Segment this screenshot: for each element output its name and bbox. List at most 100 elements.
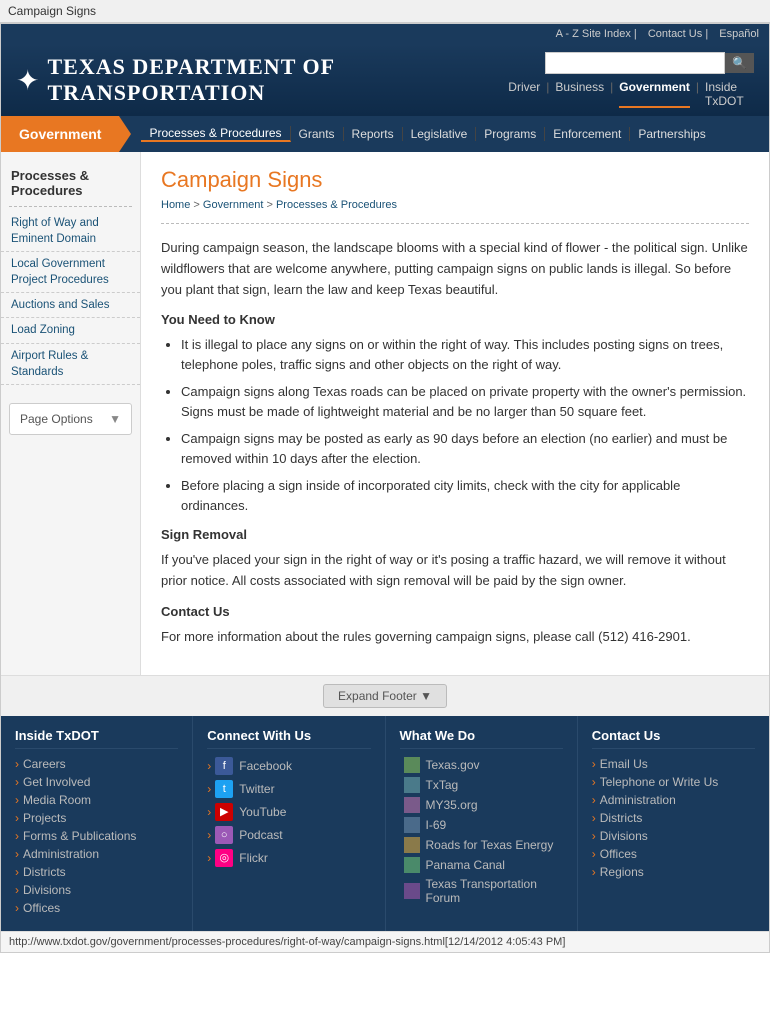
footer-contact-offices[interactable]: Offices bbox=[592, 847, 755, 861]
contact-us-top-link[interactable]: Contact Us bbox=[648, 28, 702, 40]
roads-energy-icon bbox=[404, 837, 420, 853]
nav-legislative[interactable]: Legislative bbox=[403, 127, 477, 141]
footer-careers[interactable]: Careers bbox=[15, 757, 178, 771]
footer-panama-canal[interactable]: Panama Canal bbox=[400, 857, 563, 873]
main-nav: Government Processes & Procedures Grants… bbox=[1, 116, 769, 152]
footer-contact-divisions[interactable]: Divisions bbox=[592, 829, 755, 843]
intro-text: During campaign season, the landscape bl… bbox=[161, 238, 749, 300]
texas-gov-icon bbox=[404, 757, 420, 773]
search-input[interactable] bbox=[545, 52, 725, 74]
footer-col-connect: Connect With Us fFacebook tTwitter ▶YouT… bbox=[193, 716, 385, 931]
government-tab[interactable]: Government bbox=[1, 116, 119, 152]
sidebar-divider bbox=[9, 206, 132, 207]
ttf-icon bbox=[404, 883, 420, 899]
nav-business[interactable]: Business bbox=[555, 80, 604, 108]
footer-divisions[interactable]: Divisions bbox=[15, 883, 178, 897]
txtag-icon bbox=[404, 777, 420, 793]
nav-enforcement[interactable]: Enforcement bbox=[545, 127, 630, 141]
contact-us-heading: Contact Us bbox=[161, 604, 749, 619]
sidebar-local-gov[interactable]: Local Government Project Procedures bbox=[1, 252, 140, 293]
sidebar-load-zoning[interactable]: Load Zoning bbox=[1, 318, 140, 343]
list-item: It is illegal to place any signs on or w… bbox=[181, 335, 749, 374]
footer-administration[interactable]: Administration bbox=[15, 847, 178, 861]
espanol-link[interactable]: Español bbox=[719, 28, 759, 40]
footer-facebook[interactable]: fFacebook bbox=[207, 757, 370, 775]
footer-telephone-write[interactable]: Telephone or Write Us bbox=[592, 775, 755, 789]
footer-col-what-we-do: What We Do Texas.gov TxTag MY35.org I-69… bbox=[386, 716, 578, 931]
footer-projects[interactable]: Projects bbox=[15, 811, 178, 825]
footer-districts[interactable]: Districts bbox=[15, 865, 178, 879]
nav-reports[interactable]: Reports bbox=[344, 127, 403, 141]
footer-twitter[interactable]: tTwitter bbox=[207, 780, 370, 798]
footer-email-us[interactable]: Email Us bbox=[592, 757, 755, 771]
list-item: Before placing a sign inside of incorpor… bbox=[181, 476, 749, 515]
footer-col-inside-txdot: Inside TxDOT Careers Get Involved Media … bbox=[1, 716, 193, 931]
header-right: 🔍 Driver | Business | Government | Insid… bbox=[508, 52, 754, 108]
list-item: Campaign signs along Texas roads can be … bbox=[181, 382, 749, 421]
footer-get-involved[interactable]: Get Involved bbox=[15, 775, 178, 789]
nav-items: Processes & Procedures Grants Reports Le… bbox=[131, 116, 723, 152]
search-button[interactable]: 🔍 bbox=[725, 53, 754, 73]
sidebar-auctions[interactable]: Auctions and Sales bbox=[1, 293, 140, 318]
content-divider bbox=[161, 223, 749, 224]
breadcrumb-home[interactable]: Home bbox=[161, 199, 190, 211]
az-index-link[interactable]: A - Z Site Index bbox=[556, 28, 631, 40]
nav-government[interactable]: Government bbox=[619, 80, 690, 108]
nav-partnerships[interactable]: Partnerships bbox=[630, 127, 713, 141]
expand-footer-button[interactable]: Expand Footer ▼ bbox=[323, 684, 447, 708]
footer-contact-administration[interactable]: Administration bbox=[592, 793, 755, 807]
flickr-icon: ◎ bbox=[215, 849, 233, 867]
footer-contact-regions[interactable]: Regions bbox=[592, 865, 755, 879]
footer-contact-districts[interactable]: Districts bbox=[592, 811, 755, 825]
nav-grants[interactable]: Grants bbox=[291, 127, 344, 141]
footer-col2-title: Connect With Us bbox=[207, 728, 370, 749]
podcast-icon: ○ bbox=[215, 826, 233, 844]
panama-canal-icon bbox=[404, 857, 420, 873]
footer-media-room[interactable]: Media Room bbox=[15, 793, 178, 807]
star-icon: ✦ bbox=[16, 64, 39, 97]
i69-icon bbox=[404, 817, 420, 833]
footer-podcast[interactable]: ○Podcast bbox=[207, 826, 370, 844]
tab-arrow bbox=[119, 116, 131, 152]
footer-flickr[interactable]: ◎Flickr bbox=[207, 849, 370, 867]
breadcrumb: Home > Government > Processes & Procedur… bbox=[161, 199, 749, 211]
sign-removal-text: If you've placed your sign in the right … bbox=[161, 550, 749, 592]
content-wrapper: Processes & Procedures Right of Way and … bbox=[1, 152, 769, 675]
url-bar: http://www.txdot.gov/government/processe… bbox=[1, 931, 769, 952]
nav-processes[interactable]: Processes & Procedures bbox=[141, 126, 290, 142]
footer-youtube[interactable]: ▶YouTube bbox=[207, 803, 370, 821]
contact-us-text: For more information about the rules gov… bbox=[161, 627, 749, 648]
nav-inside-txdot[interactable]: Inside TxDOT bbox=[705, 80, 754, 108]
breadcrumb-government[interactable]: Government bbox=[203, 199, 264, 211]
footer-offices[interactable]: Offices bbox=[15, 901, 178, 915]
footer-expand-bar: Expand Footer ▼ bbox=[1, 675, 769, 716]
footer-col3-title: What We Do bbox=[400, 728, 563, 749]
nav-driver[interactable]: Driver bbox=[508, 80, 540, 108]
agency-name: TEXAS DEPARTMENT OF TRANSPORTATION bbox=[47, 54, 334, 105]
sidebar-title: Processes & Procedures bbox=[1, 162, 140, 202]
footer-roads-texas-energy[interactable]: Roads for Texas Energy bbox=[400, 837, 563, 853]
sidebar: Processes & Procedures Right of Way and … bbox=[1, 152, 141, 675]
footer-txtag[interactable]: TxTag bbox=[400, 777, 563, 793]
site-header: ✦ TEXAS DEPARTMENT OF TRANSPORTATION 🔍 D… bbox=[1, 44, 769, 116]
footer-texas-transportation-forum[interactable]: Texas Transportation Forum bbox=[400, 877, 563, 905]
sidebar-airport-rules[interactable]: Airport Rules & Standards bbox=[1, 344, 140, 385]
nav-programs[interactable]: Programs bbox=[476, 127, 545, 141]
main-content: Campaign Signs Home > Government > Proce… bbox=[141, 152, 769, 675]
top-bar: A - Z Site Index | Contact Us | Español bbox=[1, 24, 769, 44]
footer-i69[interactable]: I-69 bbox=[400, 817, 563, 833]
logo: ✦ TEXAS DEPARTMENT OF TRANSPORTATION bbox=[16, 54, 508, 106]
youtube-icon: ▶ bbox=[215, 803, 233, 821]
page-title: Campaign Signs bbox=[161, 167, 749, 193]
bullet-list: It is illegal to place any signs on or w… bbox=[181, 335, 749, 515]
sidebar-row-of-way[interactable]: Right of Way and Eminent Domain bbox=[1, 211, 140, 252]
twitter-icon: t bbox=[215, 780, 233, 798]
breadcrumb-processes[interactable]: Processes & Procedures bbox=[276, 199, 397, 211]
you-need-to-know-heading: You Need to Know bbox=[161, 312, 749, 327]
page-options-arrow: ▼ bbox=[109, 412, 121, 426]
page-options-button[interactable]: Page Options ▼ bbox=[9, 403, 132, 435]
list-item: Campaign signs may be posted as early as… bbox=[181, 429, 749, 468]
footer-texas-gov[interactable]: Texas.gov bbox=[400, 757, 563, 773]
footer-my35[interactable]: MY35.org bbox=[400, 797, 563, 813]
footer-forms-publications[interactable]: Forms & Publications bbox=[15, 829, 178, 843]
